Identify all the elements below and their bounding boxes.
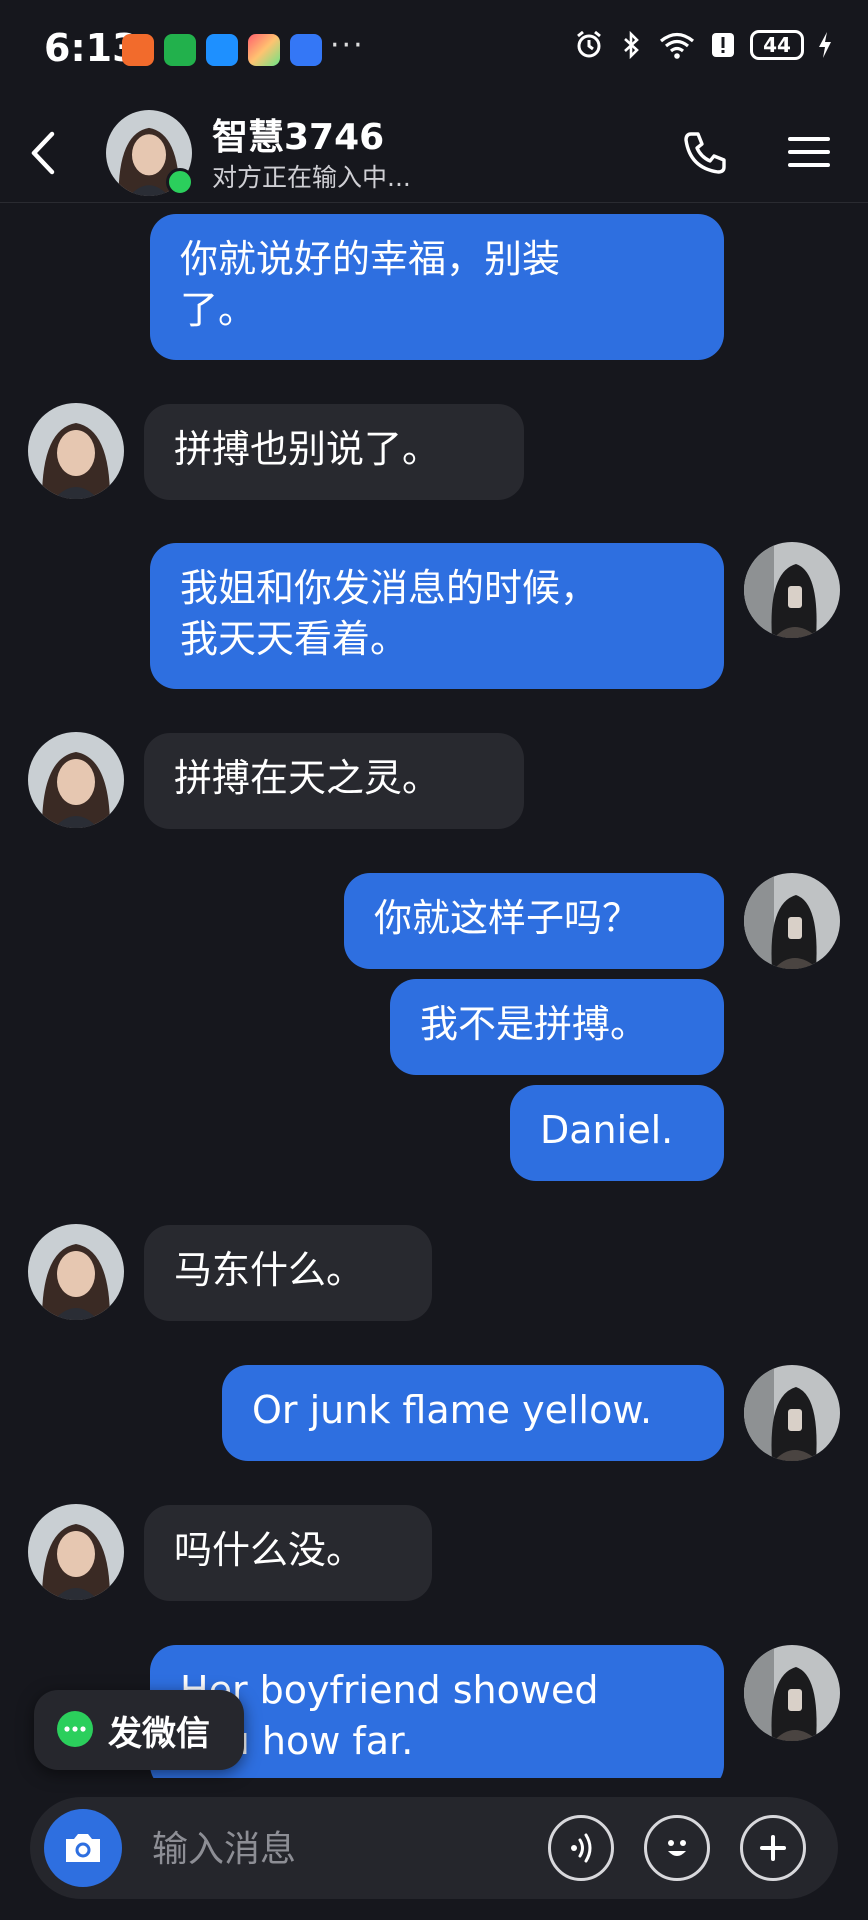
my-avatar[interactable] [744,542,840,638]
more-notifications-icon: ··· [330,28,365,63]
my-avatar[interactable] [744,1645,840,1741]
message-text-line: 拼搏在天之灵。 [174,756,441,800]
contact-name: 智慧3746 [212,117,385,158]
status-bar: 6:13 ··· 44 [0,0,868,100]
app-icon-2 [164,34,196,66]
back-button[interactable] [24,128,64,178]
my-avatar[interactable] [744,873,840,969]
outgoing-message-bubble[interactable]: 我姐和你发消息的时候， 我天天看着。 [150,543,724,689]
message-text-line: 我姐和你发消息的时候， [180,566,599,610]
incoming-message-bubble[interactable]: 马东什么。 [144,1225,432,1321]
message-text-line: Her boyfriend showed [180,1668,599,1712]
chat-header: 智慧3746 对方正在输入中... [0,100,868,203]
contact-message-avatar[interactable] [28,403,124,499]
message-input[interactable] [150,1823,554,1875]
incoming-message-bubble[interactable]: 拼搏也别说了。 [144,404,524,500]
add-attachment-button[interactable] [740,1815,806,1881]
message-input-bar [30,1797,838,1899]
message-text-line: 你就说好的幸福，别装 [180,237,561,281]
outgoing-message-bubble[interactable]: 你就说好的幸福，别装 了。 [150,214,724,360]
wechat-button-label: 发微信 [108,1713,210,1754]
app-icon-4 [248,34,280,66]
message-text-line: Or junk flame yellow. [252,1388,653,1432]
phone-call-button[interactable] [680,128,730,178]
bluetooth-icon [624,30,639,60]
battery-icon: 44 [750,30,804,60]
my-avatar[interactable] [744,1365,840,1461]
alert-icon [712,33,734,57]
wechat-button[interactable]: 发微信 [34,1690,244,1770]
wechat-icon [57,1711,93,1747]
message-text-line: 你就这样子吗？ [374,896,641,940]
message-text-line: 了。 [180,288,257,332]
message-text-line: 吗什么没。 [174,1528,365,1572]
menu-button[interactable] [786,132,832,172]
message-text-line: 马东什么。 [174,1248,365,1292]
message-text-line: you how far. [180,1719,414,1763]
voice-icon [571,1833,592,1863]
incoming-message-bubble[interactable]: 拼搏在天之灵。 [144,733,524,829]
contact-message-avatar[interactable] [28,1224,124,1320]
message-text-line: Daniel. [540,1108,674,1152]
message-text-line: 我天天看着。 [180,617,409,661]
online-indicator [166,168,194,196]
message-text-line: 拼搏也别说了。 [174,427,441,471]
outgoing-message-bubble[interactable]: Daniel. [510,1085,724,1181]
wifi-icon [659,32,695,59]
status-icons: 44 [574,30,834,60]
voice-button[interactable] [548,1815,614,1881]
camera-icon [66,1834,100,1862]
outgoing-message-bubble[interactable]: 你就这样子吗？ [344,873,724,969]
message-list[interactable]: 你就说好的幸福，别装 了。拼搏也别说了。我姐和你发消息的时候， 我天天看着。拼搏在天… [0,203,868,1778]
emoji-button[interactable] [644,1815,710,1881]
app-icon-5 [290,34,322,66]
message-text-line: 我不是拼搏。 [420,1002,649,1046]
camera-button[interactable] [44,1809,122,1887]
plus-icon [760,1835,786,1861]
alarm-icon [577,30,601,58]
contact-message-avatar[interactable] [28,1504,124,1600]
contact-message-avatar[interactable] [28,732,124,828]
app-icon-3 [206,34,238,66]
typing-status: 对方正在输入中... [212,163,411,192]
charging-icon [819,32,831,58]
incoming-message-bubble[interactable]: 吗什么没。 [144,1505,432,1601]
outgoing-message-bubble[interactable]: 我不是拼搏。 [390,979,724,1075]
emoji-icon [668,1840,686,1856]
app-icon-1 [122,34,154,66]
outgoing-message-bubble[interactable]: Or junk flame yellow. [222,1365,724,1461]
